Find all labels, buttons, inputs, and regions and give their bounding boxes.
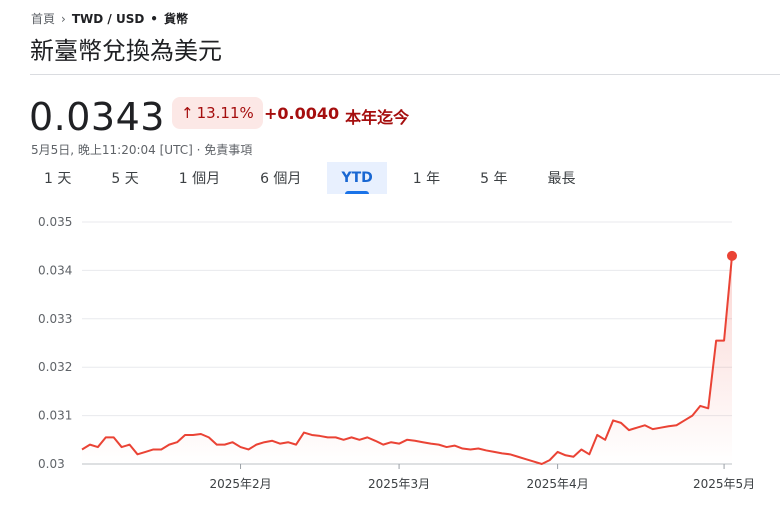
x-tick-label: 2025年5月 [693,477,755,491]
y-tick-label: 0.035 [38,215,72,229]
current-price: 0.0343 [29,95,165,139]
area-fill [82,255,732,464]
chevron-right-icon: › [61,11,66,26]
breadcrumb-dot: • [150,11,158,26]
y-tick-label: 0.032 [38,360,72,374]
last-point-marker [727,250,737,261]
tab-ytd[interactable]: YTD [327,162,387,194]
timestamp-disclaimer: 5月5日, 晚上11:20:04 [UTC] · 免責事項 [31,143,253,157]
change-period: 本年迄今 [345,108,410,127]
time-range-tabs: 1 天 5 天 1 個月 6 個月 YTD 1 年 5 年 最長 [30,162,601,194]
price-chart[interactable]: 0.035 0.034 0.033 0.032 0.031 0.03 2025年2月 2025… [0,205,780,505]
y-tick-label: 0.033 [38,312,72,326]
x-tick-label: 2025年2月 [209,477,271,491]
tab-1d[interactable]: 1 天 [30,162,85,194]
absolute-change: +0.0040 本年迄今 [264,104,409,128]
y-tick-label: 0.031 [38,409,72,423]
tab-1m[interactable]: 1 個月 [165,162,234,194]
breadcrumb-pair: TWD / USD [71,11,145,26]
arrow-up-icon: ↑ [181,104,194,122]
tab-5d[interactable]: 5 天 [97,162,152,194]
x-tick-label: 2025年4月 [527,477,589,491]
y-tick-label: 0.03 [38,457,65,471]
tab-6m[interactable]: 6 個月 [246,162,315,194]
percent-change-badge: ↑ 13.11% [172,97,263,129]
percent-change-value: 13.11% [196,104,254,122]
breadcrumb: 首頁 › TWD / USD • 貨幣 [31,10,188,27]
change-value: +0.0040 [264,104,340,123]
x-tick-label: 2025年3月 [368,477,430,491]
y-tick-label: 0.034 [38,263,72,277]
breadcrumb-category: 貨幣 [163,12,188,26]
tab-1y[interactable]: 1 年 [399,162,454,194]
breadcrumb-home-link[interactable]: 首頁 [31,10,55,27]
page-title: 新臺幣兌換為美元 [30,37,222,65]
tab-max[interactable]: 最長 [533,162,589,194]
divider [30,74,780,75]
tab-5y[interactable]: 5 年 [466,162,521,194]
